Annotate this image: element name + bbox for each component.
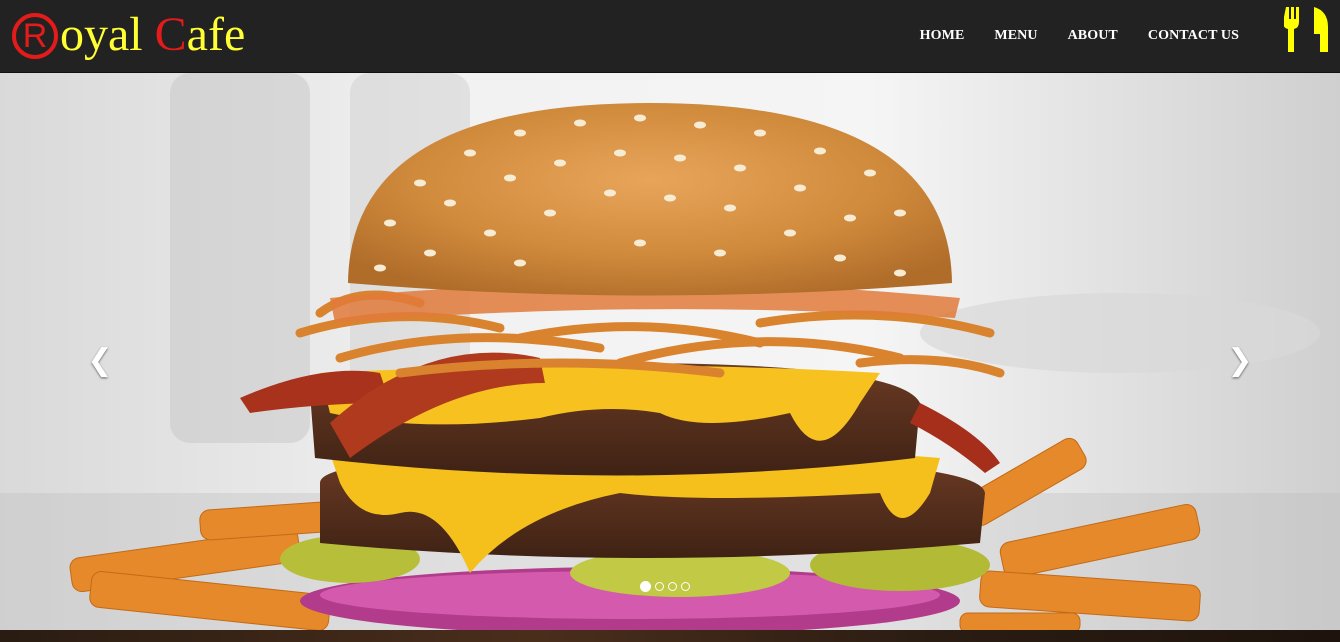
main-nav: HOME MENU ABOUT CONTACT US (905, 0, 1254, 72)
brand-logo[interactable]: Royal Cafe (12, 4, 245, 66)
fork-knife-icon (1284, 7, 1328, 52)
next-section-preview (0, 630, 1340, 642)
carousel-next-button[interactable]: ❯ (1220, 341, 1260, 381)
carousel-indicator-1[interactable] (640, 581, 651, 592)
carousel-indicators (640, 581, 690, 592)
chevron-right-icon: ❯ (1227, 343, 1253, 378)
brand-text-2: afe (186, 8, 246, 61)
nav-about[interactable]: ABOUT (1053, 28, 1133, 44)
carousel-indicator-3[interactable] (668, 582, 677, 591)
burger-photo (0, 73, 1340, 630)
carousel-indicator-4[interactable] (681, 582, 690, 591)
navbar: Royal Cafe HOME MENU ABOUT CONTACT US (0, 0, 1340, 73)
nav-contact-us[interactable]: CONTACT US (1133, 28, 1254, 44)
chevron-left-icon: ❮ (87, 343, 113, 378)
carousel-prev-button[interactable]: ❮ (80, 341, 120, 381)
brand-text-1: oyal (60, 8, 155, 61)
carousel-indicator-2[interactable] (655, 582, 664, 591)
hero-carousel: ❮ ❯ (0, 73, 1340, 630)
registered-r-logo: R (12, 13, 58, 59)
nav-home[interactable]: HOME (905, 28, 980, 44)
brand-letter-c: C (154, 8, 187, 61)
nav-menu[interactable]: MENU (979, 28, 1052, 44)
